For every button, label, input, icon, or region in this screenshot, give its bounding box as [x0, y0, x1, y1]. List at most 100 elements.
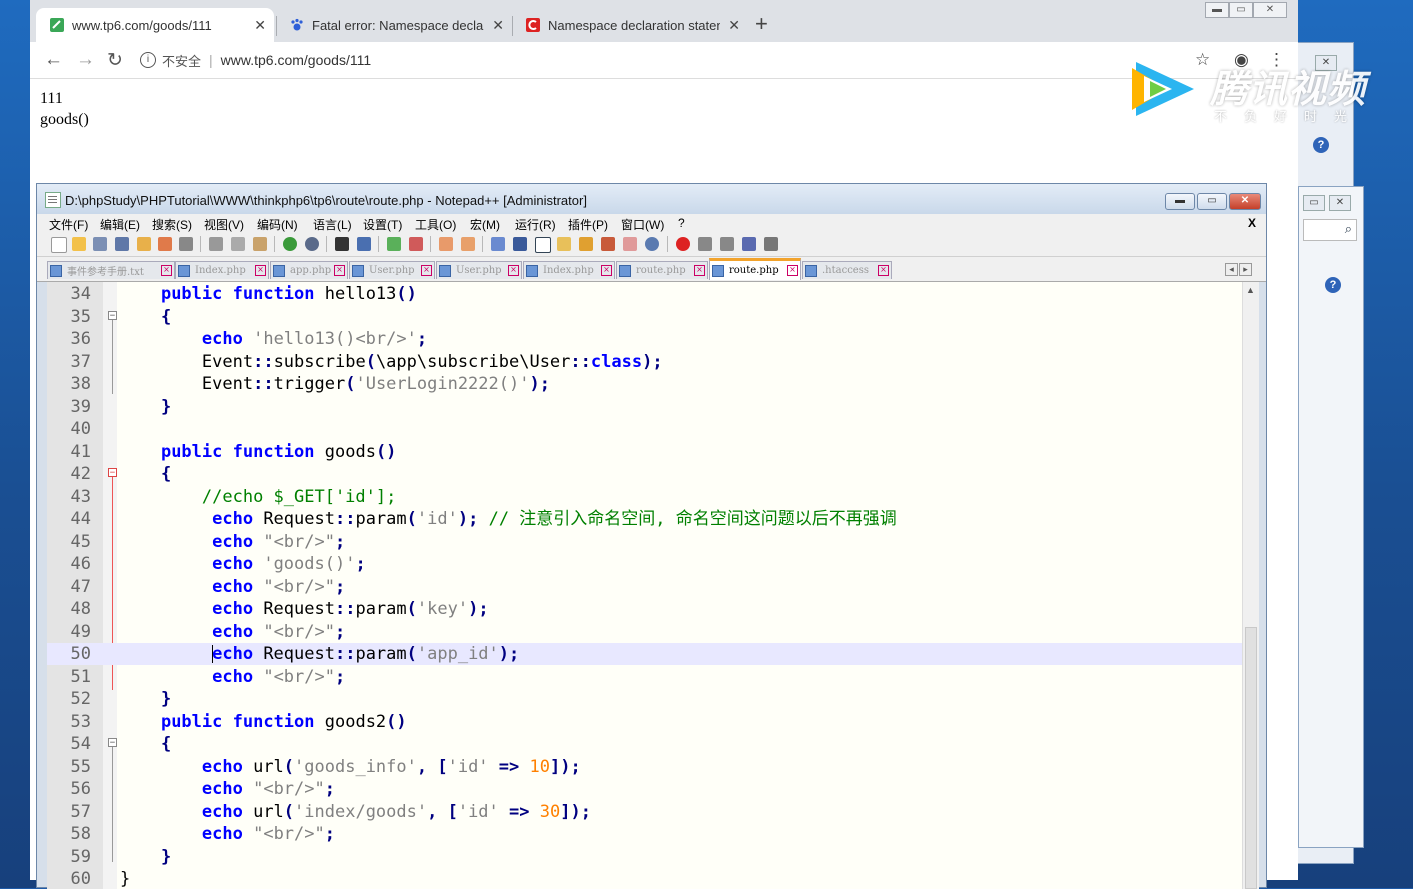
close-icon[interactable]: ✕ — [728, 17, 740, 34]
info-icon[interactable]: i — [140, 52, 156, 68]
fold-toggle-icon[interactable]: − — [108, 310, 117, 320]
close-icon[interactable]: ✕ — [492, 17, 504, 34]
tab-goods[interactable]: www.tp6.com/goods/111 ✕ — [36, 8, 274, 42]
language-icon[interactable] — [557, 237, 571, 251]
save-icon[interactable] — [93, 237, 107, 251]
close-icon[interactable]: × — [601, 265, 612, 276]
code-line[interactable]: 42 − { — [47, 463, 1243, 485]
code-line[interactable]: 59 } — [47, 846, 1243, 868]
file-tab[interactable]: app.php × — [270, 261, 348, 279]
minimize-icon[interactable]: ▬ — [1205, 2, 1229, 18]
file-tab[interactable]: .htaccess × — [802, 261, 892, 279]
save-all-icon[interactable] — [115, 237, 129, 251]
help-icon[interactable]: ? — [1325, 277, 1341, 293]
file-tab[interactable]: Index.php × — [523, 261, 615, 279]
new-file-icon[interactable] — [51, 237, 67, 253]
monitor-icon[interactable] — [645, 237, 659, 251]
code-line[interactable]: 58 echo "<br/>"; — [47, 823, 1243, 845]
search-input[interactable]: ⌕ — [1303, 219, 1357, 241]
zoom-in-icon[interactable] — [387, 237, 401, 251]
code-line[interactable]: 50 echo Request::param('app_id'); — [47, 643, 1243, 665]
close-icon[interactable]: × — [508, 265, 519, 276]
menu-macro[interactable]: 宏(M) — [470, 216, 500, 233]
find-icon[interactable] — [335, 237, 349, 251]
code-line[interactable]: 41 public function goods() — [47, 441, 1243, 463]
scroll-up-icon[interactable]: ▲ — [1246, 285, 1255, 295]
address-bar[interactable]: i 不安全 | www.tp6.com/goods/111 — [140, 46, 1180, 74]
sync-vertical-icon[interactable] — [439, 237, 453, 251]
run-macro-multiple-icon[interactable] — [742, 237, 756, 251]
code-line[interactable]: 48 echo Request::param('key'); — [47, 598, 1243, 620]
menu-plugins[interactable]: 插件(P) — [568, 216, 608, 233]
close-icon[interactable]: ✕ — [254, 17, 266, 34]
code-line[interactable]: 44 echo Request::param('id'); // 注意引入命名空… — [47, 508, 1243, 530]
code-line[interactable]: 38 Event::trigger('UserLogin2222()'); — [47, 373, 1243, 395]
code-line[interactable]: 35 − { — [47, 306, 1243, 328]
code-line[interactable]: 34 public function hello13() — [47, 283, 1243, 305]
code-editor[interactable]: 34 public function hello13() 35− {36 echo… — [47, 282, 1259, 889]
menu-settings[interactable]: 设置(T) — [363, 216, 402, 233]
menu-search[interactable]: 搜索(S) — [152, 216, 192, 233]
code-line[interactable]: 53 public function goods2() — [47, 711, 1243, 733]
redo-icon[interactable] — [305, 237, 319, 251]
close-icon[interactable]: ✕ — [1229, 193, 1261, 210]
menu-run[interactable]: 运行(R) — [515, 216, 556, 233]
code-line[interactable]: 43 //echo $_GET['id']; — [47, 486, 1243, 508]
menu-file[interactable]: 文件(F) — [49, 216, 88, 233]
code-line[interactable]: 54 − { — [47, 733, 1243, 755]
background-window[interactable]: ▭ ✕ ⌕ ? — [1298, 186, 1364, 848]
zoom-out-icon[interactable] — [409, 237, 423, 251]
url-text[interactable]: www.tp6.com/goods/111 — [221, 52, 371, 68]
stop-macro-icon[interactable] — [698, 237, 712, 251]
maximize-icon[interactable]: ▭ — [1229, 2, 1253, 18]
close-icon[interactable]: ✕ — [1329, 195, 1351, 211]
chevron-left-icon[interactable]: ◂ — [1225, 263, 1238, 276]
code-line[interactable]: 55 echo url('goods_info', ['id' => 10]); — [47, 756, 1243, 778]
document-map-icon[interactable] — [579, 237, 593, 251]
menu-view[interactable]: 视图(V) — [204, 216, 244, 233]
code-line[interactable]: 37 Event::subscribe(\app\subscribe\User:… — [47, 351, 1243, 373]
code-line[interactable]: 46 echo 'goods()'; — [47, 553, 1243, 575]
record-macro-icon[interactable] — [676, 237, 690, 251]
paste-icon[interactable] — [253, 237, 267, 251]
close-icon[interactable]: × — [694, 265, 705, 276]
file-tab[interactable]: 事件参考手册.txt × — [47, 261, 175, 279]
forward-arrow-icon[interactable]: → — [76, 49, 95, 71]
restore-icon[interactable]: ▭ — [1303, 195, 1325, 211]
close-document-button[interactable]: X — [1248, 216, 1256, 230]
menu-language[interactable]: 语言(L) — [313, 216, 352, 233]
chevron-right-icon[interactable]: ▸ — [1239, 263, 1252, 276]
code-line[interactable]: 56 echo "<br/>"; — [47, 778, 1243, 800]
menu-window[interactable]: 窗口(W) — [621, 216, 664, 233]
reload-icon[interactable]: ↻ — [107, 49, 123, 72]
code-line[interactable]: 40 — [47, 418, 1243, 440]
show-all-chars-icon[interactable] — [513, 237, 527, 251]
word-wrap-icon[interactable] — [491, 237, 505, 251]
indent-guide-icon[interactable] — [535, 237, 551, 253]
folder-workspace-icon[interactable] — [623, 237, 637, 251]
close-all-icon[interactable] — [158, 237, 172, 251]
undo-icon[interactable] — [283, 237, 297, 251]
new-tab-button[interactable]: + — [755, 12, 768, 36]
menu-tools[interactable]: 工具(O) — [415, 216, 456, 233]
print-icon[interactable] — [179, 237, 193, 251]
close-icon[interactable]: × — [878, 265, 889, 276]
code-line[interactable]: 45 echo "<br/>"; — [47, 531, 1243, 553]
file-tab[interactable]: User.php × — [349, 261, 435, 279]
close-icon[interactable]: × — [161, 265, 172, 276]
open-file-icon[interactable] — [72, 237, 86, 251]
minimize-icon[interactable]: ▬ — [1165, 193, 1195, 210]
file-tab[interactable]: User.php × — [436, 261, 522, 279]
back-arrow-icon[interactable]: ← — [44, 49, 63, 71]
replace-icon[interactable] — [357, 237, 371, 251]
cut-icon[interactable] — [209, 237, 223, 251]
file-tab[interactable]: route.php × — [616, 261, 708, 279]
code-line[interactable]: 39 } — [47, 396, 1243, 418]
code-line[interactable]: 52 } — [47, 688, 1243, 710]
menu-encoding[interactable]: 编码(N) — [257, 216, 298, 233]
maximize-icon[interactable]: ▭ — [1197, 193, 1227, 210]
code-line[interactable]: 47 echo "<br/>"; — [47, 576, 1243, 598]
fold-toggle-icon[interactable]: − — [108, 468, 117, 478]
close-icon[interactable]: ✕ — [1253, 2, 1287, 18]
close-icon[interactable]: × — [787, 265, 798, 276]
